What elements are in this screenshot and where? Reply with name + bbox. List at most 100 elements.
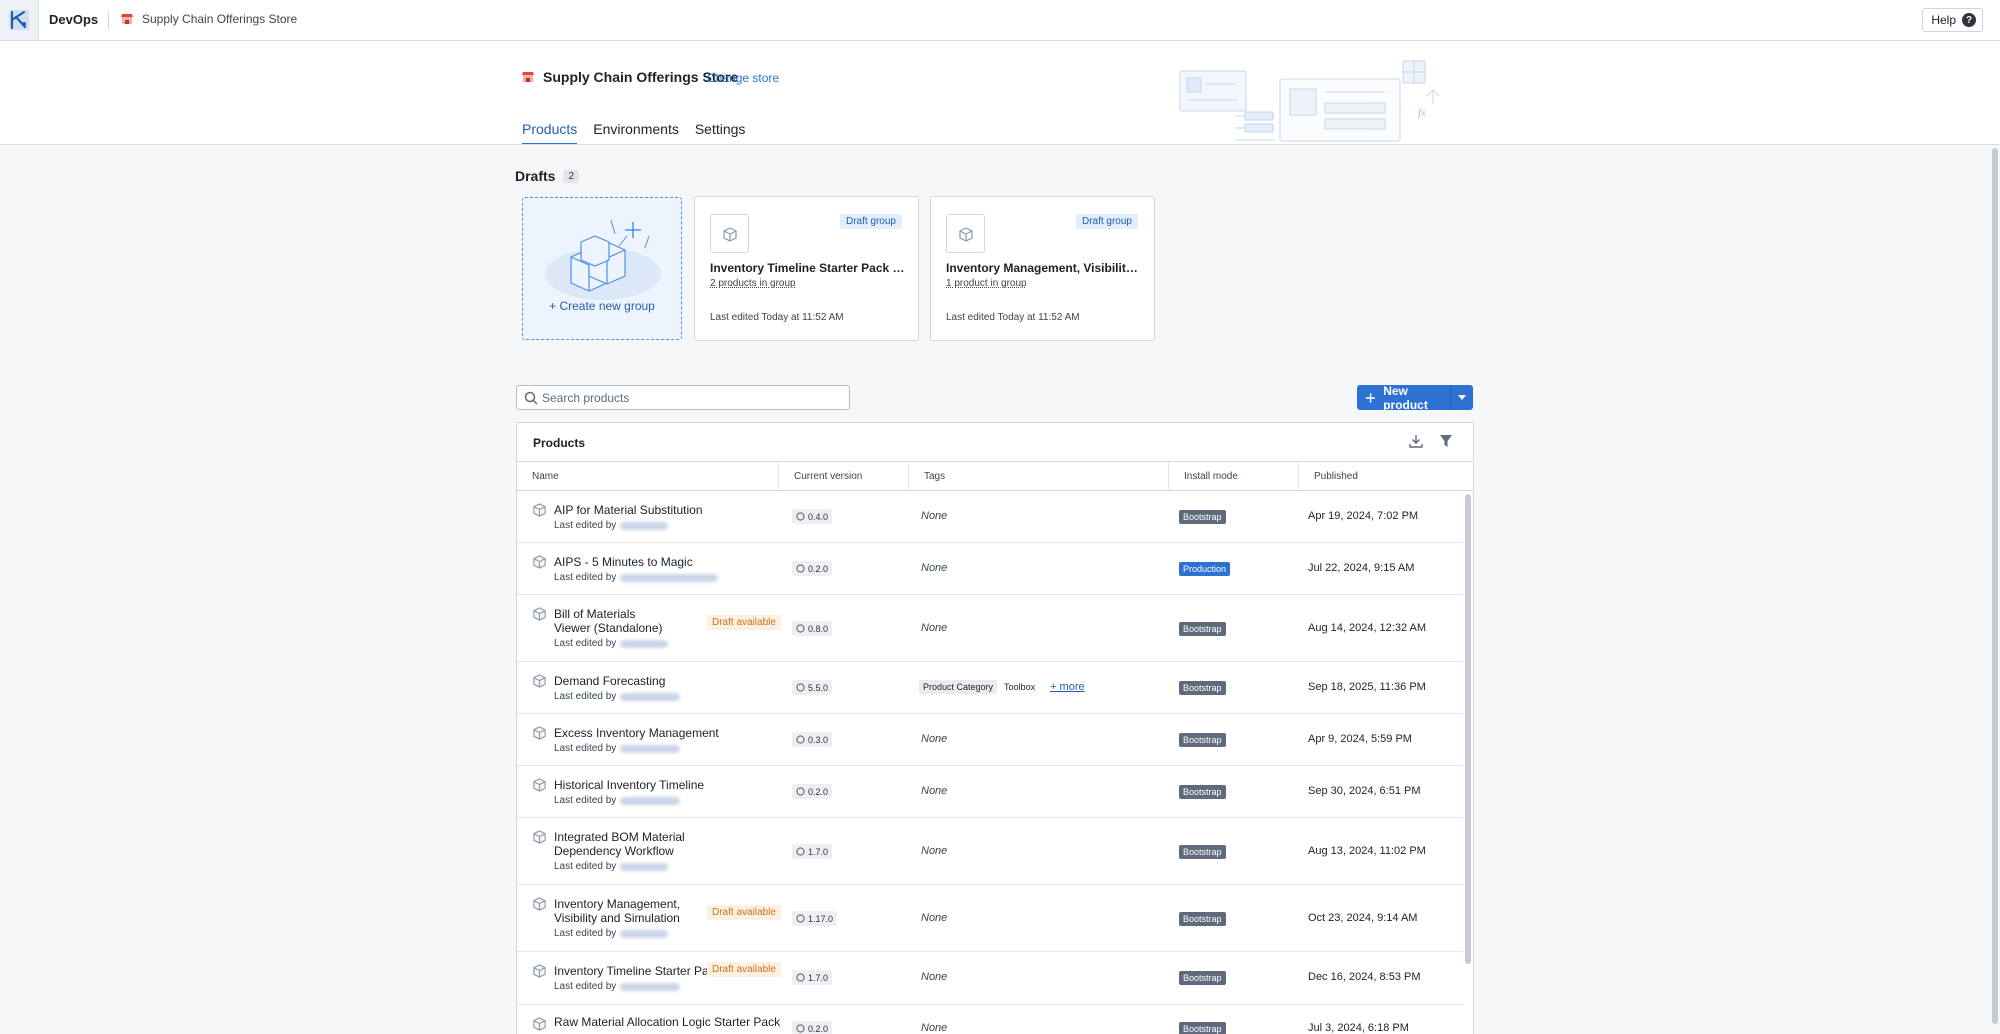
version-badge: 1.17.0 <box>792 911 838 926</box>
published-date: Aug 14, 2024, 12:32 AM <box>1308 622 1427 634</box>
store-tabs: Products Environments Settings <box>522 121 746 144</box>
store-header: Supply Chain Offerings Store Change stor… <box>0 41 2000 145</box>
new-product-button[interactable]: New product <box>1357 383 1451 412</box>
product-name[interactable]: Inventory Timeline Starter Pack <box>554 964 721 978</box>
tab-environments[interactable]: Environments <box>593 121 679 144</box>
redacted-user <box>620 929 669 938</box>
last-edited: Last edited by <box>554 861 669 872</box>
page-scrollbar[interactable] <box>1990 146 2000 1034</box>
table-row[interactable]: Bill of Materials Viewer (Standalone) La… <box>517 595 1463 662</box>
tab-products[interactable]: Products <box>522 121 578 144</box>
version-value: 0.2.0 <box>808 563 829 574</box>
last-edited: Last edited by <box>554 691 681 702</box>
product-name[interactable]: Bill of Materials Viewer (Standalone) <box>554 607 674 635</box>
install-mode-badge: Bootstrap <box>1179 681 1226 695</box>
published-date: Apr 9, 2024, 5:59 PM <box>1308 733 1412 745</box>
draft-card-products-count[interactable]: 2 products in group <box>710 278 796 289</box>
draft-group-card[interactable]: Draft group Inventory Timeline Starter P… <box>694 196 919 341</box>
product-name[interactable]: Excess Inventory Management <box>554 726 719 740</box>
product-name[interactable]: Integrated BOM Material Dependency Workf… <box>554 830 744 858</box>
table-row[interactable]: AIPS - 5 Minutes to Magic Last edited by… <box>517 543 1463 595</box>
product-name[interactable]: AIPS - 5 Minutes to Magic <box>554 555 693 569</box>
more-tags-link[interactable]: + more <box>1050 681 1085 693</box>
tab-settings[interactable]: Settings <box>695 121 746 144</box>
redacted-user <box>620 862 669 871</box>
tag-chip: Toolbox <box>1004 682 1036 692</box>
search-products-input[interactable] <box>542 388 842 407</box>
tag-chip: Product Category <box>919 680 998 694</box>
product-box-icon <box>533 778 546 792</box>
redacted-user <box>620 573 719 582</box>
tags-none: None <box>921 971 948 983</box>
version-badge: 1.7.0 <box>792 844 833 859</box>
table-row[interactable]: Raw Material Allocation Logic Starter Pa… <box>517 1005 1463 1034</box>
create-new-group-card[interactable]: + Create new group <box>522 197 682 340</box>
table-row[interactable]: Historical Inventory Timeline Last edite… <box>517 766 1463 818</box>
app-name: DevOps <box>49 12 99 27</box>
version-badge: 0.2.0 <box>792 784 833 799</box>
new-product-dropdown-button[interactable] <box>1451 385 1473 410</box>
column-header-install-mode[interactable]: Install mode <box>1169 462 1299 491</box>
version-icon <box>796 787 805 796</box>
tags-none: None <box>921 733 948 745</box>
version-value: 0.3.0 <box>808 734 829 745</box>
draft-available-badge: Draft available <box>707 905 781 920</box>
product-box-icon <box>533 897 546 911</box>
version-value: 0.2.0 <box>808 1023 829 1034</box>
version-icon <box>796 847 805 856</box>
caret-down-icon <box>1458 395 1466 400</box>
draft-card-products-count[interactable]: 1 product in group <box>946 278 1027 289</box>
tags-none: None <box>921 1022 948 1034</box>
column-header-published[interactable]: Published <box>1299 462 1473 491</box>
version-badge: 0.2.0 <box>792 561 833 576</box>
top-bar: DevOps Supply Chain Offerings Store Help… <box>0 0 2000 41</box>
table-row[interactable]: Inventory Timeline Starter Pack Last edi… <box>517 952 1463 1005</box>
table-scrollbar[interactable] <box>1464 492 1472 1034</box>
last-edited-prefix: Last edited by <box>554 861 617 872</box>
boxes-illustration-icon <box>545 219 661 300</box>
version-icon <box>796 914 805 923</box>
draft-card-title: Inventory Timeline Starter Pack and 1... <box>710 261 905 275</box>
app-logo[interactable] <box>0 0 39 40</box>
draft-group-card[interactable]: Draft group Inventory Management, Visibi… <box>930 196 1155 341</box>
draft-card-title: Inventory Management, Visibility and... <box>946 261 1141 275</box>
top-divider <box>108 11 109 30</box>
breadcrumb[interactable]: Supply Chain Offerings Store <box>120 12 297 26</box>
install-mode-badge: Bootstrap <box>1179 622 1226 636</box>
product-name[interactable]: Inventory Management, Visibility and Sim… <box>554 897 684 925</box>
product-box-icon <box>958 226 973 242</box>
header-illustration: fx <box>1179 60 1440 142</box>
help-icon: ? <box>1962 13 1976 27</box>
filter-icon[interactable] <box>1439 434 1453 448</box>
table-scrollbar-thumb[interactable] <box>1465 494 1471 964</box>
draft-card-edited: Last edited Today at 11:52 AM <box>710 312 844 323</box>
column-header-version[interactable]: Current version <box>779 462 909 491</box>
table-row[interactable]: Demand Forecasting Last edited by 5.5.0 … <box>517 662 1463 714</box>
page-scrollbar-thumb[interactable] <box>1992 148 1998 1024</box>
breadcrumb-store-name: Supply Chain Offerings Store <box>142 12 298 26</box>
last-edited-prefix: Last edited by <box>554 520 617 531</box>
tags-none: None <box>921 912 948 924</box>
last-edited-prefix: Last edited by <box>554 691 617 702</box>
version-icon <box>796 624 805 633</box>
column-header-name[interactable]: Name <box>517 462 779 491</box>
published-date: Apr 19, 2024, 7:02 PM <box>1308 510 1419 522</box>
product-box-icon <box>533 830 546 844</box>
help-button[interactable]: Help ? <box>1922 8 1983 32</box>
table-row[interactable]: AIP for Material Substitution Last edite… <box>517 491 1463 543</box>
change-store-link[interactable]: Change store <box>707 71 779 85</box>
product-name[interactable]: Historical Inventory Timeline <box>554 778 704 792</box>
version-icon <box>796 735 805 744</box>
table-row[interactable]: Integrated BOM Material Dependency Workf… <box>517 818 1463 885</box>
redacted-user <box>620 692 681 701</box>
product-name[interactable]: Demand Forecasting <box>554 674 665 688</box>
redacted-user <box>620 744 681 753</box>
table-row[interactable]: Inventory Management, Visibility and Sim… <box>517 885 1463 952</box>
table-row[interactable]: Excess Inventory Management Last edited … <box>517 714 1463 766</box>
product-name[interactable]: AIP for Material Substitution <box>554 503 703 517</box>
column-header-tags[interactable]: Tags <box>909 462 1169 491</box>
redacted-user <box>620 639 669 648</box>
new-product-label: New product <box>1383 383 1428 412</box>
download-icon[interactable] <box>1409 434 1423 448</box>
product-name[interactable]: Raw Material Allocation Logic Starter Pa… <box>554 1015 780 1029</box>
